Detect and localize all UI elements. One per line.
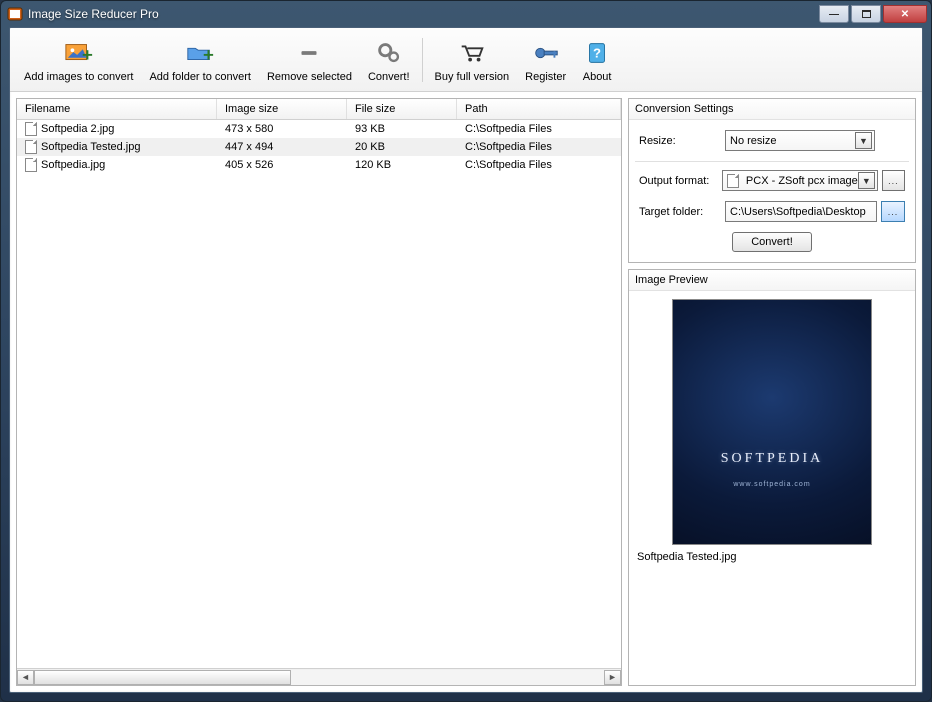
picture-add-icon xyxy=(64,37,94,69)
gears-icon xyxy=(374,37,404,69)
list-header: Filename Image size File size Path xyxy=(17,99,621,120)
key-icon xyxy=(531,37,561,69)
file-icon xyxy=(25,122,37,136)
output-format-combo[interactable]: PCX - ZSoft pcx image ▼ xyxy=(722,170,878,191)
main-area: Filename Image size File size Path Softp… xyxy=(10,92,922,692)
toolbar-separator xyxy=(422,38,423,82)
cart-icon xyxy=(457,37,487,69)
cell-filename: Softpedia Tested.jpg xyxy=(41,141,140,153)
add-folder-label: Add folder to convert xyxy=(149,71,251,83)
image-preview-title: Image Preview xyxy=(629,270,915,291)
svg-text:?: ? xyxy=(593,45,601,60)
convert-button[interactable]: Convert! xyxy=(732,232,812,252)
col-header-filename[interactable]: Filename xyxy=(17,99,217,119)
register-button[interactable]: Register xyxy=(517,32,574,87)
image-preview-panel: Image Preview SOFTPEDIA www.softpedia.co… xyxy=(628,269,916,686)
doc-icon xyxy=(727,174,743,188)
client-area: Add images to convert Add folder to conv… xyxy=(9,27,923,693)
toolbar: Add images to convert Add folder to conv… xyxy=(10,28,922,92)
titlebar[interactable]: Image Size Reducer Pro xyxy=(1,1,931,27)
table-row[interactable]: Softpedia Tested.jpg 447 x 49420 KBC:\Sof… xyxy=(17,138,621,156)
preview-caption: Softpedia Tested.jpg xyxy=(637,551,736,563)
help-icon: ? xyxy=(582,37,612,69)
dropdown-arrow-icon: ▼ xyxy=(855,132,872,149)
app-icon xyxy=(7,6,23,22)
add-images-label: Add images to convert xyxy=(24,71,133,83)
output-format-browse-button[interactable]: ... xyxy=(882,170,905,191)
file-icon xyxy=(25,158,37,172)
table-row[interactable]: Softpedia.jpg 405 x 526120 KBC:\Softpedia… xyxy=(17,156,621,174)
cell-path: C:\Softpedia Files xyxy=(457,158,621,172)
cell-image-size: 405 x 526 xyxy=(217,158,347,172)
conversion-settings-title: Conversion Settings xyxy=(629,99,915,120)
cell-image-size: 473 x 580 xyxy=(217,122,347,136)
cell-path: C:\Softpedia Files xyxy=(457,122,621,136)
remove-selected-label: Remove selected xyxy=(267,71,352,83)
list-body[interactable]: Softpedia 2.jpg473 x 58093 KBC:\Softpedi… xyxy=(17,120,621,668)
table-row[interactable]: Softpedia 2.jpg 473 x 58093 KBC:\Softpedi… xyxy=(17,120,621,138)
cell-file-size: 93 KB xyxy=(347,122,457,136)
preview-watermark-url: www.softpedia.com xyxy=(673,481,871,488)
col-header-file-size[interactable]: File size xyxy=(347,99,457,119)
scroll-left-arrow[interactable]: ◄ xyxy=(17,670,34,685)
scroll-right-arrow[interactable]: ► xyxy=(604,670,621,685)
convert-label: Convert! xyxy=(368,71,410,83)
about-button[interactable]: ? About xyxy=(574,32,620,87)
cell-file-size: 20 KB xyxy=(347,140,457,154)
cell-filename: Softpedia 2.jpg xyxy=(41,123,114,135)
preview-image: SOFTPEDIA www.softpedia.com xyxy=(672,299,872,545)
cell-image-size: 447 x 494 xyxy=(217,140,347,154)
right-pane: Conversion Settings Resize: No resize ▼ … xyxy=(628,98,916,686)
add-images-button[interactable]: Add images to convert xyxy=(16,32,141,87)
cell-filename: Softpedia.jpg xyxy=(41,159,105,171)
app-window: Image Size Reducer Pro Add images to con… xyxy=(0,0,932,702)
cell-file-size: 120 KB xyxy=(347,158,457,172)
resize-combo[interactable]: No resize ▼ xyxy=(725,130,875,151)
file-list-pane: Filename Image size File size Path Softp… xyxy=(16,98,622,686)
dropdown-arrow-icon: ▼ xyxy=(858,172,875,189)
window-controls xyxy=(819,5,927,23)
minimize-button[interactable] xyxy=(819,5,849,23)
about-label: About xyxy=(583,71,612,83)
register-label: Register xyxy=(525,71,566,83)
col-header-image-size[interactable]: Image size xyxy=(217,99,347,119)
conversion-settings-panel: Conversion Settings Resize: No resize ▼ … xyxy=(628,98,916,263)
resize-label: Resize: xyxy=(639,135,725,147)
remove-selected-button[interactable]: Remove selected xyxy=(259,32,360,87)
buy-full-version-button[interactable]: Buy full version xyxy=(427,32,518,87)
horizontal-scrollbar[interactable]: ◄ ► xyxy=(17,668,621,685)
scroll-track[interactable] xyxy=(34,670,604,685)
app-title: Image Size Reducer Pro xyxy=(28,7,819,21)
preview-watermark: SOFTPEDIA xyxy=(673,451,871,467)
buy-full-label: Buy full version xyxy=(435,71,510,83)
minus-icon xyxy=(294,37,324,69)
target-folder-browse-button[interactable]: ... xyxy=(881,201,905,222)
convert-toolbar-button[interactable]: Convert! xyxy=(360,32,418,87)
target-folder-input[interactable]: C:\Users\Softpedia\Desktop xyxy=(725,201,877,222)
cell-path: C:\Softpedia Files xyxy=(457,140,621,154)
scroll-thumb[interactable] xyxy=(34,670,291,685)
col-header-path[interactable]: Path xyxy=(457,99,621,119)
file-icon xyxy=(25,140,37,154)
target-folder-label: Target folder: xyxy=(639,206,725,218)
close-button[interactable] xyxy=(883,5,927,23)
add-folder-button[interactable]: Add folder to convert xyxy=(141,32,259,87)
maximize-button[interactable] xyxy=(851,5,881,23)
output-format-label: Output format: xyxy=(639,175,722,187)
folder-add-icon xyxy=(185,37,215,69)
